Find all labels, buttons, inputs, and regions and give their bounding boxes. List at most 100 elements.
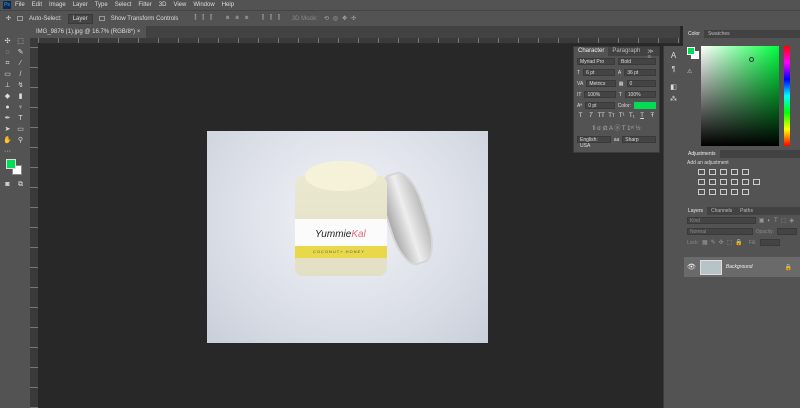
tab-paragraph[interactable]: Paragraph: [608, 47, 644, 56]
menu-bar: Ps File Edit Image Layer Type Select Fil…: [0, 0, 800, 10]
panel-icon-column: A ¶ ◧ ⁂: [663, 46, 683, 408]
vertical-scale-field[interactable]: 100%: [584, 91, 616, 98]
menu-3d[interactable]: 3D: [159, 2, 167, 8]
auto-select-checkbox[interactable]: [17, 16, 24, 21]
adjustments-panel: Adjustments Add an adjustment: [684, 150, 800, 206]
strikethrough-button[interactable]: Ŧ: [649, 113, 656, 119]
rectangle-icon[interactable]: ▭: [16, 126, 25, 134]
marquee-icon[interactable]: ⬚: [16, 38, 25, 46]
horizontal-scale-field[interactable]: 100%: [624, 91, 657, 98]
menu-file[interactable]: File: [15, 2, 25, 8]
fill-field[interactable]: [759, 239, 780, 246]
font-size-select[interactable]: 6 pt: [583, 69, 615, 76]
leading-select[interactable]: 36 pt: [624, 69, 656, 76]
color-field[interactable]: [701, 46, 779, 146]
menu-view[interactable]: View: [173, 2, 186, 8]
text-color-swatch[interactable]: [634, 102, 656, 109]
lasso-icon[interactable]: ◌: [3, 49, 12, 57]
menu-layer[interactable]: Layer: [73, 2, 88, 8]
move-icon[interactable]: ✣: [3, 38, 12, 46]
all-caps-button[interactable]: TT: [597, 113, 604, 119]
glyphs-icon[interactable]: ⁂: [669, 96, 678, 104]
kerning-select[interactable]: Metrics: [586, 80, 616, 87]
blur-icon[interactable]: ●: [3, 104, 12, 112]
layer-dropdown[interactable]: Layer: [67, 13, 93, 24]
healing-icon[interactable]: ▭: [3, 71, 12, 79]
layer-filter-icons[interactable]: ▣◐T⬚◈: [759, 217, 797, 224]
pen-icon[interactable]: ✒: [3, 115, 12, 123]
cream: [305, 161, 377, 191]
hand-icon[interactable]: ✋: [3, 137, 12, 145]
opacity-field[interactable]: [777, 228, 797, 235]
menu-select[interactable]: Select: [115, 2, 132, 8]
panel-menu-icon[interactable]: ≫ ≡: [644, 47, 659, 61]
quick-mask-icon[interactable]: ◙: [3, 181, 12, 189]
antialias-icon: aa: [613, 136, 620, 143]
menu-edit[interactable]: Edit: [32, 2, 42, 8]
gradient-icon[interactable]: ▮: [16, 93, 25, 101]
tab-color[interactable]: Color: [684, 30, 704, 38]
paragraph-panel-icon[interactable]: ¶: [669, 66, 678, 74]
faux-italic-button[interactable]: T: [587, 113, 594, 119]
menu-type[interactable]: Type: [95, 2, 108, 8]
path-select-icon[interactable]: ➤: [3, 126, 12, 134]
document-tab-bar: IMG_9876 (1).jpg @ 16.7% (RGB/8*) ×: [30, 26, 680, 38]
stamp-icon[interactable]: ⊥: [3, 82, 12, 90]
close-tab-icon[interactable]: ×: [137, 29, 141, 35]
hue-slider[interactable]: [784, 46, 790, 146]
move-tool-icon[interactable]: ✣: [6, 15, 11, 22]
screen-mode-icon[interactable]: ⧉: [16, 181, 25, 189]
canvas-image[interactable]: YummieKal COCONUT+ HONEY: [207, 131, 488, 343]
superscript-button[interactable]: T¹: [618, 113, 625, 119]
quick-select-icon[interactable]: ✎: [16, 49, 25, 57]
tab-layers[interactable]: Layers: [684, 207, 708, 215]
fg-color-chip[interactable]: [687, 47, 695, 55]
layer-row[interactable]: 👁 Background 🔒: [684, 257, 800, 277]
lock-icons[interactable]: ▦✎✣⬚🔒: [702, 239, 746, 246]
tab-paths[interactable]: Paths: [736, 207, 757, 215]
history-brush-icon[interactable]: ↯: [16, 82, 25, 90]
baseline-field[interactable]: 0 pt: [585, 102, 615, 109]
visibility-eye-icon[interactable]: 👁: [687, 263, 696, 271]
small-caps-button[interactable]: Tт: [608, 113, 615, 119]
menu-help[interactable]: Help: [222, 2, 234, 8]
properties-icon[interactable]: ◧: [669, 84, 678, 92]
language-select[interactable]: English: USA: [577, 136, 611, 149]
crop-icon[interactable]: ⌗: [3, 60, 12, 68]
menu-filter[interactable]: Filter: [138, 2, 151, 8]
character-panel: Character Paragraph ≫ ≡ Myriad ProBold T…: [573, 46, 660, 153]
color-picker-handle[interactable]: [749, 57, 754, 62]
adjustment-icons[interactable]: [684, 168, 800, 198]
more-tools-icon[interactable]: ···: [3, 148, 12, 156]
document-tab[interactable]: IMG_9876 (1).jpg @ 16.7% (RGB/8*) ×: [30, 26, 147, 38]
font-family-select[interactable]: Myriad Pro: [577, 58, 615, 65]
underline-button[interactable]: T: [639, 113, 646, 119]
menu-window[interactable]: Window: [193, 2, 214, 8]
antialias-select[interactable]: Sharp: [622, 136, 656, 143]
tab-character[interactable]: Character: [574, 47, 609, 56]
eyedropper-icon[interactable]: ⁄: [16, 60, 25, 68]
tracking-select[interactable]: 0: [626, 80, 657, 87]
tab-channels[interactable]: Channels: [707, 207, 736, 215]
subscript-button[interactable]: T₁: [628, 113, 635, 119]
zoom-icon[interactable]: ⚲: [16, 137, 25, 145]
type-icon[interactable]: T: [16, 115, 25, 123]
layer-name[interactable]: Background: [726, 264, 753, 270]
show-transform-checkbox[interactable]: [98, 16, 105, 21]
menu-image[interactable]: Image: [49, 2, 66, 8]
align-icons[interactable]: ⫿⫿⫿ ⩧⩧⩧ ⫿⫿⫿: [194, 15, 285, 22]
faux-bold-button[interactable]: T: [577, 113, 584, 119]
auto-select-label: Auto-Select:: [29, 15, 62, 22]
foreground-color-swatch[interactable]: [6, 159, 16, 169]
character-panel-icon[interactable]: A: [669, 52, 678, 60]
brush-icon[interactable]: /: [16, 71, 25, 79]
blend-mode-select[interactable]: Normal: [687, 228, 753, 235]
tab-adjustments[interactable]: Adjustments: [684, 150, 720, 158]
layer-kind-filter[interactable]: Kind: [687, 217, 756, 224]
font-style-select[interactable]: Bold: [618, 58, 656, 65]
eraser-icon[interactable]: ◆: [3, 93, 12, 101]
3d-icons[interactable]: ⟲◎✥✣: [324, 15, 360, 22]
tab-swatches[interactable]: Swatches: [704, 30, 734, 38]
opentype-buttons[interactable]: ﬁ σ ﬆ A ⓐ T 1ˢᵗ ½: [574, 121, 659, 134]
dodge-icon[interactable]: ♀: [16, 104, 25, 112]
